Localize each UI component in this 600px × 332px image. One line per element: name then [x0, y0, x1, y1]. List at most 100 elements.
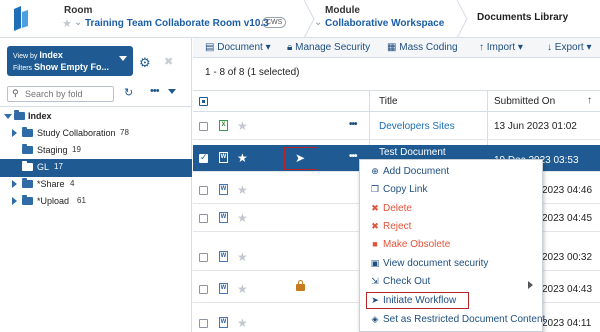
collapse-arrow-icon[interactable]	[4, 114, 12, 119]
delete-x-icon: ✖	[371, 203, 379, 213]
favorite-star-icon[interactable]: ★	[237, 211, 248, 225]
favorite-star-icon[interactable]: ★	[237, 151, 248, 165]
submitted-date: 2023 04:43	[542, 284, 593, 295]
row-checkbox[interactable]	[199, 122, 208, 131]
tree-item-share[interactable]: *Share 4	[0, 176, 192, 194]
tree-item-count: 17	[54, 162, 63, 171]
shield-icon: ◈	[371, 314, 379, 324]
document-menu-button[interactable]: ▤ Document ▾	[205, 42, 271, 53]
menu-item-set-restricted[interactable]: ◈ Set as Restricted Document Content	[370, 314, 546, 332]
gear-icon[interactable]: ⚙	[139, 55, 151, 71]
folder-icon	[22, 144, 33, 154]
module-dropdown-chevron-icon[interactable]: ⌄	[314, 17, 322, 28]
menu-item-label: Delete	[383, 203, 412, 214]
menu-item-label: Copy Link	[383, 184, 428, 195]
expand-arrow-icon[interactable]	[12, 129, 17, 137]
menu-item-label: View document security	[383, 258, 489, 269]
import-arrow-up-icon: ↑	[479, 42, 484, 53]
tree-item-upload[interactable]: *Upload 61	[0, 193, 192, 211]
table-header: Title Submitted On ↑	[193, 90, 600, 112]
row-actions-icon[interactable]: •••	[349, 151, 357, 162]
export-menu-button[interactable]: ↓ Export ▾	[547, 42, 592, 53]
menu-item-make-obsolete[interactable]: ■ Make Obsolete	[370, 239, 450, 257]
tree-item-count: 19	[72, 145, 81, 154]
menu-item-add-document[interactable]: ⊕ Add Document	[370, 166, 449, 184]
folder-search-box[interactable]: ⚲	[7, 86, 114, 102]
favorite-star-icon[interactable]: ★	[237, 250, 248, 264]
table-row[interactable]: X ★ ••• Developers Sites 13 Jun 2023 01:…	[193, 113, 600, 140]
mass-coding-icon: ▦	[387, 42, 397, 53]
more-dropdown-caret-icon[interactable]	[168, 89, 176, 94]
add-document-icon: ⊕	[371, 166, 379, 176]
app-logo-icon[interactable]	[12, 6, 30, 32]
document-title-link[interactable]: Developers Sites	[379, 121, 455, 132]
row-checkbox[interactable]	[199, 214, 208, 223]
favorite-room-star-icon[interactable]: ★	[62, 17, 72, 30]
manage-security-label: Manage Security	[295, 42, 371, 53]
manage-security-button[interactable]: 🔒︎ Manage Security	[287, 42, 370, 53]
expand-arrow-icon[interactable]	[12, 180, 17, 188]
row-checkbox[interactable]	[199, 152, 208, 163]
expand-arrow-icon[interactable]	[12, 197, 17, 205]
favorite-star-icon[interactable]: ★	[237, 183, 248, 197]
favorite-star-icon[interactable]: ★	[237, 119, 248, 133]
menu-item-copy-link[interactable]: ❐ Copy Link	[370, 184, 428, 202]
select-all-checkbox[interactable]	[199, 97, 208, 106]
workflow-icon-highlight	[284, 147, 318, 170]
copy-icon: ❐	[370, 184, 380, 194]
search-icon: ⚲	[12, 88, 19, 98]
sort-ascending-icon[interactable]: ↑	[587, 95, 592, 106]
word-file-icon: W	[219, 212, 228, 223]
word-file-icon: W	[219, 283, 228, 294]
refresh-icon[interactable]: ↻	[124, 86, 133, 99]
import-menu-button[interactable]: ↑ Import ▾	[479, 42, 523, 53]
lock-icon: 🔒︎	[287, 42, 293, 53]
chevron-down-icon: ▾	[517, 42, 523, 53]
security-icon: ▣	[370, 258, 380, 268]
more-options-icon[interactable]: •••	[150, 85, 160, 97]
tree-item-staging[interactable]: Staging 19	[0, 142, 192, 160]
tree-item-label: GL	[37, 162, 50, 172]
import-label: Import	[486, 42, 516, 53]
favorite-star-icon[interactable]: ★	[237, 316, 248, 330]
menu-item-label: Reject	[383, 221, 412, 232]
row-checkbox[interactable]	[199, 319, 208, 328]
folder-search-input[interactable]	[25, 88, 111, 100]
submitted-date: 2023 00:32	[542, 252, 593, 263]
submitted-date: 2023 04:11	[542, 318, 592, 329]
excel-file-icon: X	[219, 120, 228, 131]
row-actions-icon[interactable]: •••	[349, 119, 357, 130]
row-checkbox[interactable]	[199, 186, 208, 195]
submenu-arrow-icon	[528, 281, 533, 289]
room-dropdown-chevron-icon[interactable]: ⌄	[74, 17, 82, 28]
check-out-icon: ⇲	[371, 276, 379, 286]
column-title-header[interactable]: Title	[379, 96, 398, 107]
tree-item-gl[interactable]: GL 17	[0, 159, 192, 177]
divider	[0, 106, 192, 107]
tree-item-label: *Upload	[37, 196, 70, 206]
row-checkbox[interactable]	[199, 285, 208, 294]
menu-item-reject[interactable]: ✖ Reject	[370, 221, 411, 239]
folder-icon	[22, 161, 33, 171]
module-label: Module	[325, 5, 360, 16]
filters-value: Show Empty Fo...	[34, 62, 110, 72]
pin-icon[interactable]: ✖	[164, 55, 173, 68]
page-title: Documents Library	[477, 12, 569, 23]
tree-item-label: Staging	[37, 145, 68, 155]
menu-item-view-security[interactable]: ▣ View document security	[370, 258, 489, 276]
submitted-date: 13 Jun 2023 01:02	[494, 121, 577, 132]
tree-item-index[interactable]: Index	[0, 108, 192, 126]
view-by-selector[interactable]: View by Index Filters Show Empty Fo...	[7, 46, 133, 76]
room-name[interactable]: Training Team Collaborate Room v10.3	[85, 18, 269, 29]
module-name[interactable]: Collaborative Workspace	[325, 18, 444, 29]
document-title-link[interactable]: Test Document	[379, 147, 446, 158]
tree-item-study-collaboration[interactable]: Study Collaboration 78	[0, 125, 192, 143]
column-submitted-on-header[interactable]: Submitted On	[494, 96, 555, 107]
row-checkbox[interactable]	[199, 253, 208, 262]
favorite-star-icon[interactable]: ★	[237, 282, 248, 296]
mass-coding-button[interactable]: ▦ Mass Coding	[387, 42, 458, 53]
submitted-date: 2023 04:45	[542, 213, 593, 224]
viewby-dropdown-caret-icon	[119, 56, 127, 61]
menu-item-label: Set as Restricted Document Content	[383, 314, 546, 325]
menu-item-delete[interactable]: ✖ Delete	[370, 203, 412, 221]
